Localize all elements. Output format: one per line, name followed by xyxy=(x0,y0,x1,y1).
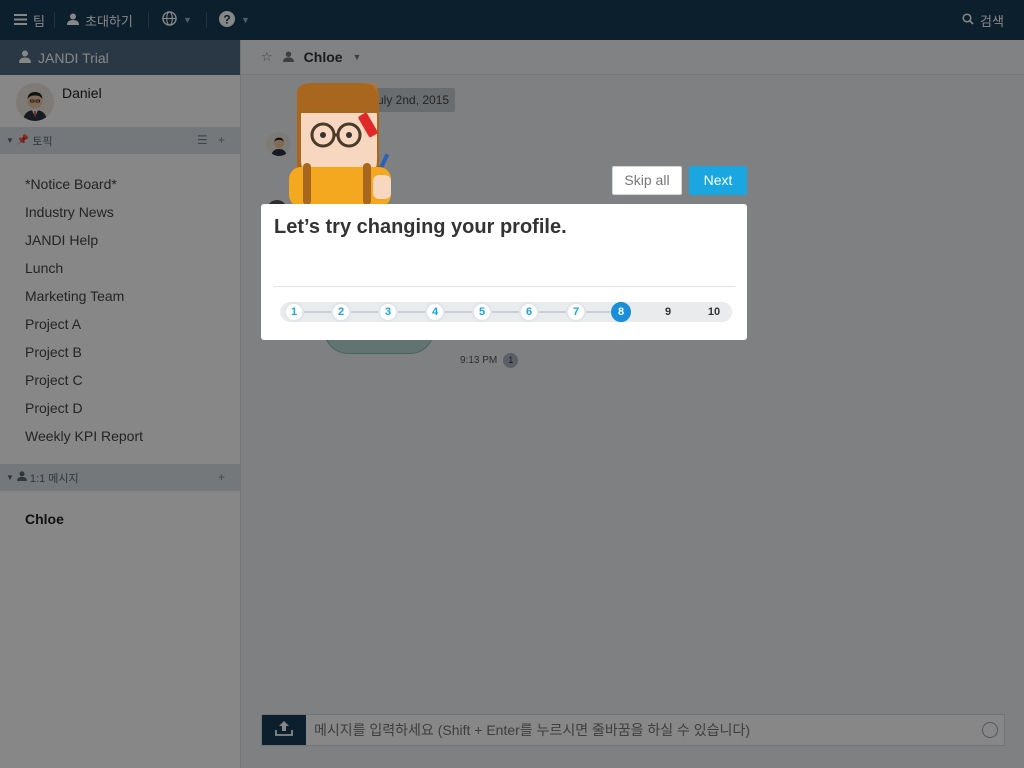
tour-step[interactable]: 10 xyxy=(701,302,727,322)
tour-step[interactable]: 4 xyxy=(425,302,445,322)
tour-card: Let’s try changing your profile. 1 2 3 4… xyxy=(261,204,747,340)
divider xyxy=(274,286,735,287)
tour-step[interactable]: 5 xyxy=(472,302,492,322)
tour-step[interactable]: 7 xyxy=(566,302,586,322)
tour-step[interactable]: 9 xyxy=(658,302,678,322)
tour-title: Let’s try changing your profile. xyxy=(274,216,567,238)
tour-character-illustration xyxy=(283,83,403,207)
tour-step[interactable]: 2 xyxy=(331,302,351,322)
next-button[interactable]: Next xyxy=(689,166,747,195)
skip-all-button[interactable]: Skip all xyxy=(612,166,682,195)
tour-step-current[interactable]: 8 xyxy=(611,302,631,322)
tour-step-progress: 1 2 3 4 5 6 7 8 9 10 xyxy=(280,298,732,326)
tour-step[interactable]: 1 xyxy=(284,302,304,322)
tour-step[interactable]: 3 xyxy=(378,302,398,322)
tour-step[interactable]: 6 xyxy=(519,302,539,322)
tour-overlay xyxy=(0,0,1024,768)
